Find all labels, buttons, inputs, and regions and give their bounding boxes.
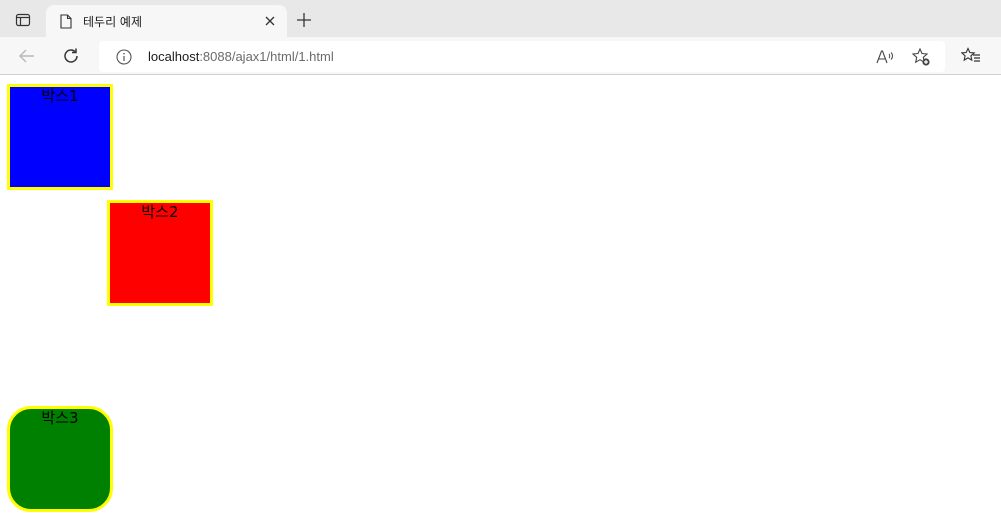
box-3-label: 박스3: [41, 409, 79, 427]
url-host: localhost: [148, 49, 200, 64]
box-1-label: 박스1: [41, 87, 79, 105]
favorites-icon[interactable]: [958, 45, 984, 67]
info-icon[interactable]: [115, 48, 133, 66]
tab-actions-icon[interactable]: [7, 6, 39, 34]
page-icon: [59, 13, 73, 29]
url-text: localhost:8088/ajax1/html/1.html: [148, 49, 334, 64]
page-content: 박스1 박스2 박스3: [0, 76, 1001, 529]
toolbar: localhost:8088/ajax1/html/1.html: [0, 37, 1001, 75]
box-3: 박스3: [7, 406, 113, 512]
url-path: :8088/ajax1/html/1.html: [199, 49, 334, 64]
tab-title: 테두리 예제: [83, 14, 143, 29]
address-bar[interactable]: localhost:8088/ajax1/html/1.html: [99, 41, 945, 72]
plus-icon[interactable]: [290, 6, 318, 34]
reload-icon[interactable]: [56, 41, 86, 71]
add-favorite-icon[interactable]: [911, 47, 931, 67]
box-2-label: 박스2: [141, 203, 179, 221]
back-arrow-icon[interactable]: [12, 41, 42, 71]
close-icon[interactable]: [261, 12, 279, 30]
box-2: 박스2: [107, 200, 213, 306]
box-1: 박스1: [7, 84, 113, 190]
read-aloud-icon[interactable]: [875, 47, 895, 67]
tab-active[interactable]: 테두리 예제: [46, 5, 287, 37]
tab-strip: 테두리 예제: [0, 0, 1001, 37]
